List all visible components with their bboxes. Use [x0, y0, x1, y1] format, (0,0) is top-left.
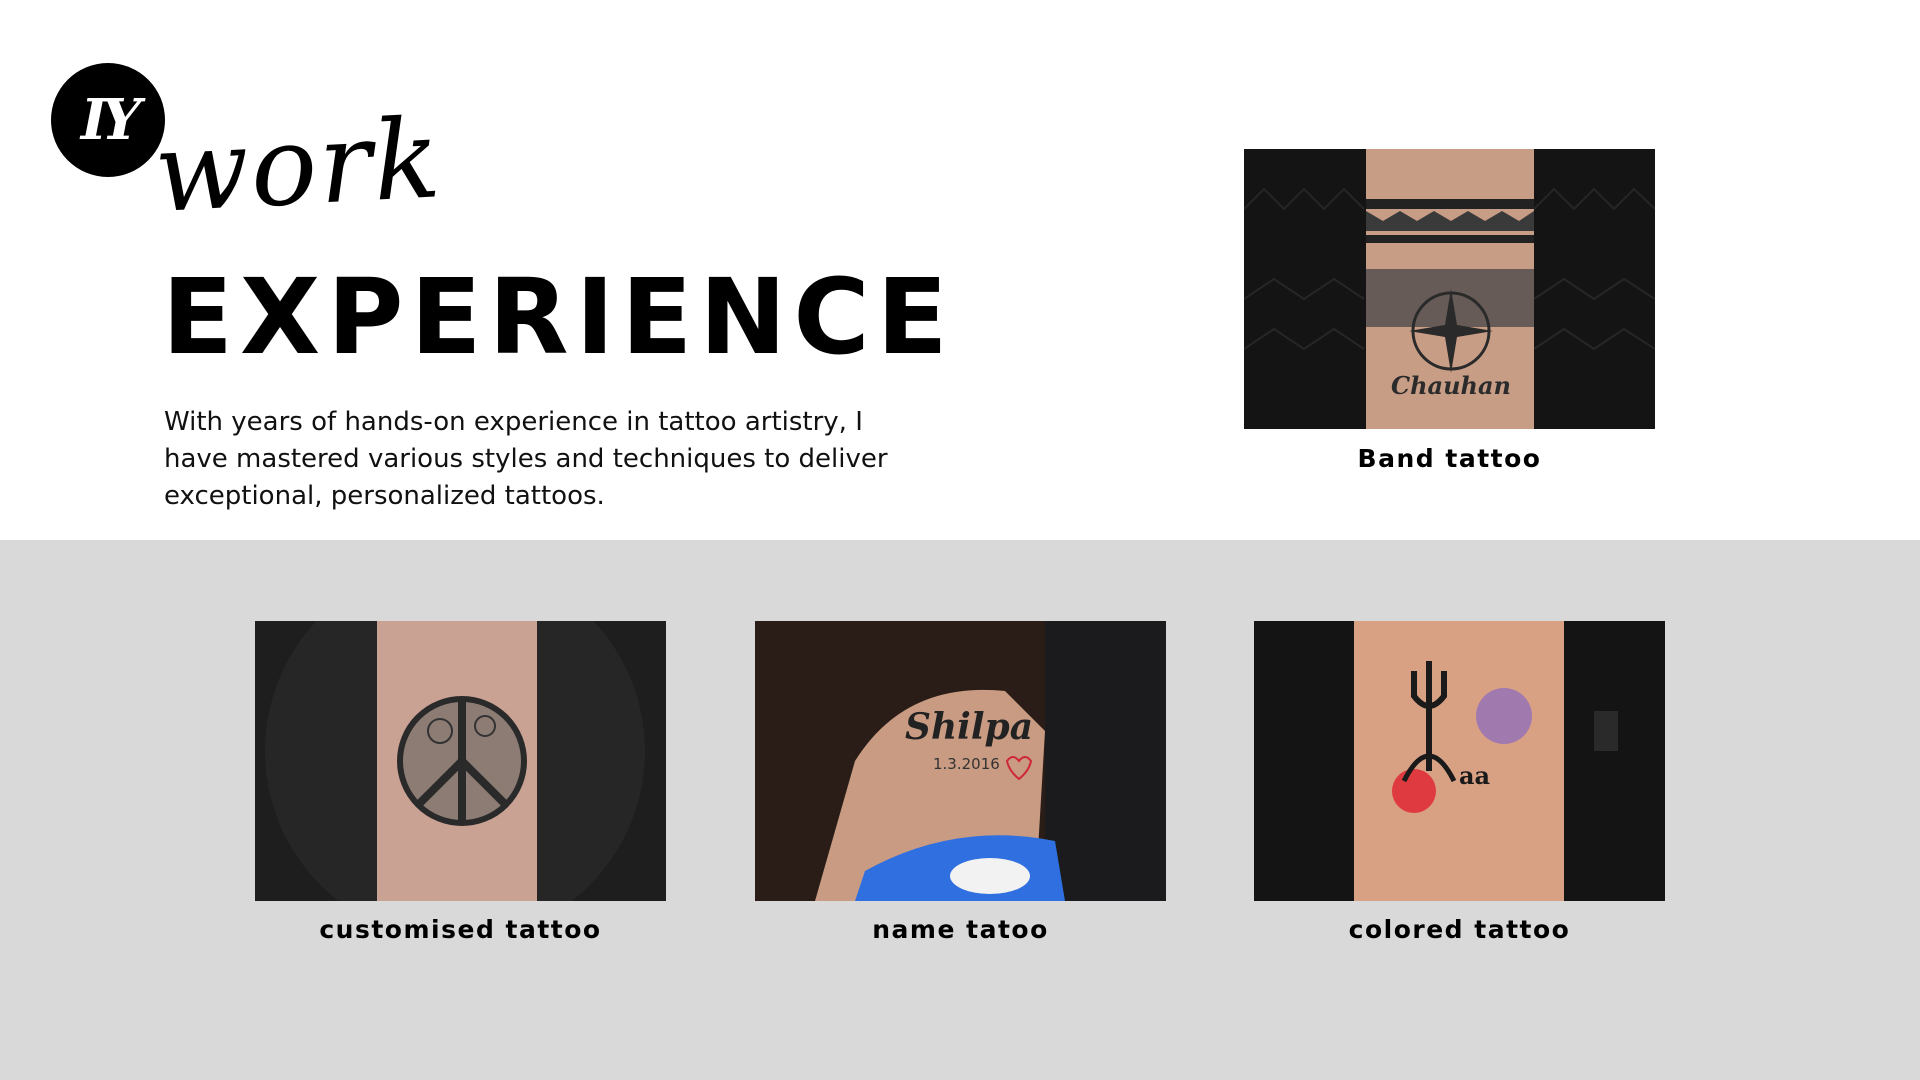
band-tattoo-text: Chauhan — [1391, 371, 1511, 400]
page-title: EXPERIENCE — [162, 256, 955, 378]
name-tattoo-caption: name tatoo — [872, 915, 1049, 944]
name-tattoo-date: 1.3.2016 — [933, 755, 1000, 773]
band-tattoo-photo: Chauhan — [1244, 149, 1655, 429]
colored-tattoo-photo: aa — [1254, 621, 1665, 901]
colored-tattoo-caption: colored tattoo — [1348, 915, 1571, 944]
title-script: work — [151, 94, 446, 238]
brand-logo: IY — [51, 63, 165, 177]
name-tattoo-photo: Shilpa 1.3.2016 — [755, 621, 1166, 901]
logo-mark: IY — [80, 87, 141, 153]
colored-tattoo-text: aa — [1459, 761, 1490, 790]
customised-tattoo-photo — [255, 621, 666, 901]
intro-description: With years of hands-on experience in tat… — [164, 407, 888, 511]
name-tattoo-text: Shilpa — [905, 706, 1033, 748]
customised-tattoo-caption: customised tattoo — [319, 915, 602, 944]
band-tattoo-caption: Band tattoo — [1357, 444, 1542, 473]
